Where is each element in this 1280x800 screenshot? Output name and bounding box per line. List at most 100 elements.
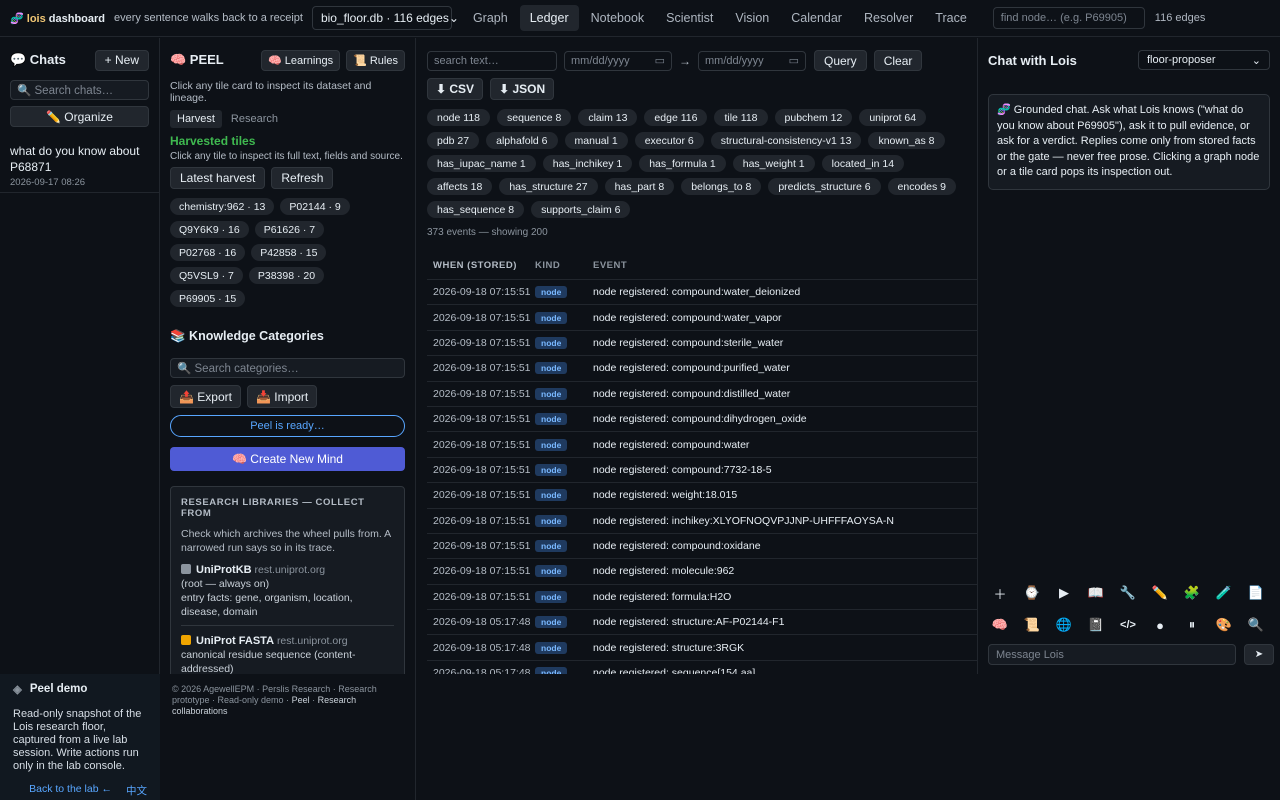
code-tool-button[interactable]: </> [1116, 613, 1140, 637]
send-button[interactable]: ➤ [1244, 644, 1274, 665]
filter-chip[interactable]: belongs_to 8 [681, 178, 762, 195]
tab-ledger[interactable]: Ledger [519, 5, 579, 31]
table-row[interactable]: 2026-09-18 05:17:48 node node registered: … [427, 610, 977, 636]
library-checkbox[interactable] [181, 635, 191, 645]
filter-chip[interactable]: edge 116 [644, 109, 708, 126]
library-item[interactable]: UniProtKB rest.uniprot.org (root — always… [181, 563, 394, 626]
filter-chip[interactable]: structural-consistency-v1 13 [710, 132, 862, 149]
table-row[interactable]: 2026-09-18 05:17:48 node node registered: … [427, 661, 977, 674]
search-categories-input[interactable]: 🔍 Search categories… [170, 358, 405, 378]
filter-chip[interactable]: alphafold 6 [486, 132, 558, 149]
rules-button[interactable]: 📜 Rules [346, 49, 405, 71]
agent-select[interactable]: floor-proposer ⌄ [1138, 50, 1270, 70]
filter-chip[interactable]: has_weight 1 [732, 155, 815, 172]
filter-chip[interactable]: affects 18 [427, 178, 493, 195]
search-chats-input[interactable]: 🔍 Search chats… [10, 80, 149, 100]
filter-chip[interactable]: has_structure 27 [499, 178, 598, 195]
message-input[interactable]: Message Lois [988, 644, 1236, 665]
filter-chip[interactable]: pubchem 12 [774, 109, 853, 126]
library-item[interactable]: UniProt FASTA rest.uniprot.org canonical … [181, 634, 394, 674]
play-tool-button[interactable]: ▶ [1052, 581, 1076, 605]
table-row[interactable]: 2026-09-18 07:15:51 node node registered: … [427, 331, 977, 357]
filter-chip[interactable]: predicts_structure 6 [768, 178, 881, 195]
table-row[interactable]: 2026-09-18 07:15:51 node node registered: … [427, 534, 977, 560]
document-tool-button[interactable]: 📄 [1244, 581, 1268, 605]
scroll-tool-button[interactable]: 📜 [1020, 613, 1044, 637]
organize-button[interactable]: ✏️ Organize [10, 106, 149, 127]
tile-chip[interactable]: P38398 · 20 [248, 267, 325, 284]
table-row[interactable]: 2026-09-18 07:15:51 node node registered: … [427, 280, 977, 306]
tile-chip[interactable]: Q5VSL9 · 7 [170, 267, 243, 284]
new-chat-button[interactable]: + New [94, 49, 149, 71]
dot-tool-button[interactable]: ● [1148, 613, 1172, 637]
test-tube-tool-button[interactable]: 🧪 [1212, 581, 1236, 605]
date-to-input[interactable]: mm/dd/yyyy ▭ [698, 50, 806, 71]
date-from-input[interactable]: mm/dd/yyyy ▭ [564, 50, 672, 71]
language-link[interactable]: 中文 [126, 783, 147, 798]
filter-chip[interactable]: known_as 8 [868, 132, 945, 149]
wrench-tool-button[interactable]: 🔧 [1116, 581, 1140, 605]
filter-chip[interactable]: uniprot 64 [859, 109, 927, 126]
table-row[interactable]: 2026-09-18 07:15:51 node node registered: … [427, 483, 977, 509]
search-text-input[interactable]: search text… [427, 50, 557, 71]
tab-research[interactable]: Research [224, 110, 285, 128]
filter-chip[interactable]: supports_claim 6 [531, 201, 631, 218]
table-row[interactable]: 2026-09-18 07:15:51 node node registered: … [427, 458, 977, 484]
tile-chip[interactable]: P42858 · 15 [251, 244, 327, 261]
search-tool-button[interactable]: 🔍 [1244, 613, 1268, 637]
table-row[interactable]: 2026-09-18 07:15:51 node node registered: … [427, 407, 977, 433]
filter-chip[interactable]: has_formula 1 [639, 155, 726, 172]
tab-notebook[interactable]: Notebook [581, 5, 655, 31]
chat-list-item[interactable]: what do you know about P68871 2026-09-17… [0, 143, 159, 193]
filter-chip[interactable]: has_inchikey 1 [542, 155, 633, 172]
puzzle-tool-button[interactable]: 🧩 [1180, 581, 1204, 605]
filter-chip[interactable]: tile 118 [714, 109, 768, 126]
filter-chip[interactable]: encodes 9 [887, 178, 957, 195]
database-select[interactable]: bio_floor.db · 116 edges ⌄ [311, 6, 459, 30]
filter-chip[interactable]: pdb 27 [427, 132, 480, 149]
pencil-tool-button[interactable]: ✏️ [1148, 581, 1172, 605]
tab-scientist[interactable]: Scientist [656, 5, 723, 31]
filter-chip[interactable]: manual 1 [564, 132, 628, 149]
notebook-tool-button[interactable]: 📓 [1084, 613, 1108, 637]
back-to-lab-link[interactable]: Back to the lab ← [29, 783, 112, 798]
filter-chip[interactable]: sequence 8 [497, 109, 572, 126]
export-button[interactable]: 📤 Export [170, 385, 241, 408]
tile-chip[interactable]: P61626 · 7 [254, 221, 325, 238]
table-row[interactable]: 2026-09-18 07:15:51 node node registered: … [427, 356, 977, 382]
filter-chip[interactable]: node 118 [427, 109, 491, 126]
filter-chip[interactable]: has_sequence 8 [427, 201, 525, 218]
tile-chip[interactable]: P02768 · 16 [170, 244, 246, 261]
filter-chip[interactable]: claim 13 [578, 109, 638, 126]
tab-graph[interactable]: Graph [463, 5, 518, 31]
table-row[interactable]: 2026-09-18 07:15:51 node node registered: … [427, 509, 977, 534]
query-button[interactable]: Query [814, 50, 867, 71]
history-tool-button[interactable]: ⌚ [1020, 581, 1044, 605]
filter-chip[interactable]: located_in 14 [821, 155, 905, 172]
table-row[interactable]: 2026-09-18 05:17:48 node node registered: … [427, 635, 977, 661]
filter-chip[interactable]: has_iupac_name 1 [427, 155, 536, 172]
export-csv-button[interactable]: ⬇ CSV [427, 78, 484, 100]
table-row[interactable]: 2026-09-18 07:15:51 node node registered: … [427, 585, 977, 611]
brain-tool-button[interactable]: 🧠 [988, 613, 1012, 637]
find-node-input[interactable]: find node… (e.g. P69905) [992, 7, 1145, 29]
palette-tool-button[interactable]: 🎨 [1212, 613, 1236, 637]
tile-chip[interactable]: P02144 · 9 [280, 198, 350, 215]
export-json-button[interactable]: ⬇ JSON [490, 78, 555, 100]
filter-chip[interactable]: executor 6 [634, 132, 704, 149]
table-row[interactable]: 2026-09-18 07:15:51 node node registered: … [427, 559, 977, 585]
tab-calendar[interactable]: Calendar [781, 5, 852, 31]
import-button[interactable]: 📥 Import [246, 385, 318, 408]
tile-chip[interactable]: chemistry:962 · 13 [170, 198, 275, 215]
tile-chip[interactable]: P69905 · 15 [170, 290, 246, 307]
tile-chip[interactable]: Q9Y6K9 · 16 [170, 221, 249, 238]
tab-harvest[interactable]: Harvest [170, 110, 222, 128]
refresh-button[interactable]: Refresh [271, 167, 334, 189]
book-tool-button[interactable]: 📖 [1084, 581, 1108, 605]
footer-link-peel[interactable]: Peel [292, 695, 310, 705]
latest-harvest-button[interactable]: Latest harvest [170, 167, 266, 189]
pause-tool-button[interactable]: ⏸ [1180, 613, 1204, 637]
tab-vision[interactable]: Vision [725, 5, 779, 31]
create-new-mind-button[interactable]: 🧠 Create New Mind [170, 447, 405, 471]
globe-tool-button[interactable]: 🌐 [1052, 613, 1076, 637]
